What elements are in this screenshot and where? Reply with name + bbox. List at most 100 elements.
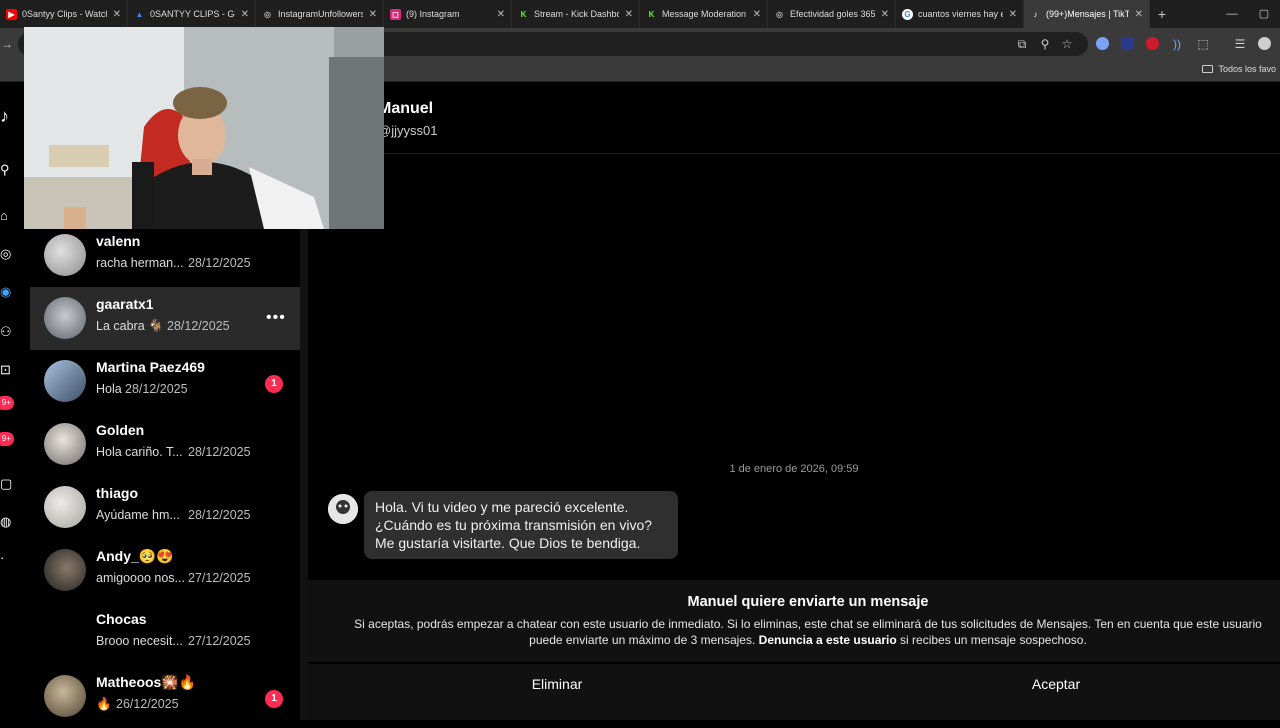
upload-icon[interactable]: ⊡ (0, 362, 14, 378)
browser-tab[interactable]: ◎ InstagramUnfollowers ✕ (256, 0, 384, 28)
youtube-favicon-icon: ▶ (6, 8, 17, 20)
conversation-date: 27/12/2025 (188, 634, 251, 648)
conversation-snippet: racha herman... (96, 256, 184, 270)
folder-icon (1202, 65, 1214, 73)
message-bubble: Hola. Vi tu video y me pareció excelente… (364, 491, 678, 559)
browser-tab-active[interactable]: ♪ (99+)Mensajes | TikTo ✕ (1024, 0, 1150, 28)
close-tab-icon[interactable]: ✕ (881, 9, 889, 20)
avatar (44, 549, 86, 591)
browser-tab[interactable]: ◻ (9) Instagram ✕ (384, 0, 512, 28)
tiktok-logo-icon[interactable]: ♪ (0, 108, 14, 124)
close-tab-icon[interactable]: ✕ (1009, 9, 1017, 20)
extension-icon[interactable] (1121, 37, 1134, 50)
kick-favicon-icon: K (520, 9, 527, 19)
extension-icon[interactable] (1096, 37, 1109, 50)
avatar (44, 423, 86, 465)
avatar (44, 486, 86, 528)
browser-tab[interactable]: G cuantos viernes hay e ✕ (896, 0, 1024, 28)
search-icon[interactable]: ⚲ (0, 162, 14, 178)
divider (308, 662, 1280, 664)
close-tab-icon[interactable]: ✕ (369, 9, 377, 20)
explore-icon[interactable]: ◎ (0, 246, 14, 262)
chat-header: Manuel @jjyyss01 (308, 84, 1280, 154)
conversation-item[interactable]: Golden Hola cariño. T... 28/12/2025 (30, 413, 300, 476)
extension-icon[interactable]: )) (1170, 37, 1184, 51)
browser-tab[interactable]: ▲ 0SANTYY CLIPS - Go ✕ (128, 0, 256, 28)
browser-tab[interactable]: K Message Moderation ✕ (640, 0, 768, 28)
profile-avatar-icon[interactable] (1258, 37, 1271, 50)
close-tab-icon[interactable]: ✕ (241, 9, 249, 20)
chat-pane: Manuel @jjyyss01 1 de enero de 2026, 09:… (308, 84, 1280, 720)
maximize-icon[interactable]: ▢ (1248, 0, 1280, 28)
message-request-panel: Manuel quiere enviarte un mensaje Si ace… (308, 580, 1280, 720)
conversation-date: 28/12/2025 (125, 382, 188, 396)
new-tab-icon[interactable]: + (1150, 6, 1174, 22)
report-user-link[interactable]: Denuncia a este usuario (759, 633, 897, 647)
request-title: Manuel quiere enviarte un mensaje (687, 594, 929, 610)
close-tab-icon[interactable]: ✕ (497, 9, 505, 20)
conversation-name: Martina Paez469 (96, 359, 205, 375)
browser-tab[interactable]: ◎ Efectividad goles 365 ✕ (768, 0, 896, 28)
drive-favicon-icon: ▲ (135, 9, 144, 19)
following-icon[interactable]: ⚇ (0, 324, 14, 340)
accept-button[interactable]: Aceptar (956, 676, 1156, 692)
conversation-item[interactable]: Matheoos🎇🔥 🔥 26/12/2025 1 (30, 665, 300, 728)
sender-avatar[interactable] (328, 494, 358, 524)
chat-contact-handle[interactable]: @jjyyss01 (378, 123, 437, 138)
home-icon[interactable]: ⌂ (0, 208, 14, 224)
browser-tab[interactable]: ▶ 0Santyy Clips - Watch ✕ (0, 0, 128, 28)
avatar (44, 675, 86, 717)
chat-contact-name[interactable]: Manuel (378, 100, 433, 118)
conversation-item[interactable]: gaaratx1 La cabra 🐐 28/12/2025 ••• (30, 287, 300, 350)
avatar (44, 360, 86, 402)
browser-tab[interactable]: K Stream - Kick Dashbo ✕ (512, 0, 640, 28)
conversation-snippet: La cabra 🐐 (96, 319, 164, 333)
close-tab-icon[interactable]: ✕ (753, 9, 761, 20)
messages-badge[interactable]: 9+ (0, 432, 14, 446)
activity-badge[interactable]: 9+ (0, 396, 14, 410)
conversation-snippet: 🔥 (96, 697, 112, 711)
conversation-name: Matheoos🎇🔥 (96, 674, 197, 690)
more-icon[interactable]: · (0, 550, 14, 566)
cast-icon[interactable]: ⧉ (1015, 37, 1029, 51)
media-controls-icon[interactable]: ☰ (1233, 37, 1247, 51)
zoom-icon[interactable]: ⚲ (1038, 37, 1052, 51)
profile-icon[interactable]: ◍ (0, 514, 14, 530)
conversation-name: Chocas (96, 611, 147, 627)
conversation-item[interactable]: valenn racha herman... 28/12/2025 (30, 224, 300, 287)
globe-favicon-icon: ◎ (776, 9, 783, 19)
live-icon[interactable]: ◉ (0, 284, 14, 300)
conversation-item[interactable]: Martina Paez469 Hola 28/12/2025 1 (30, 350, 300, 413)
message-line: ¿Cuándo es tu próxima transmisión en viv… (375, 517, 653, 533)
close-tab-icon[interactable]: ✕ (1135, 9, 1143, 20)
kick-favicon-icon: K (648, 9, 655, 19)
conversation-date: 26/12/2025 (116, 697, 179, 711)
inbox-icon[interactable]: ▢ (0, 476, 14, 492)
sender-avatar-icon (328, 494, 358, 524)
google-favicon-icon: G (902, 8, 913, 20)
conversation-item[interactable]: Chocas Brooo necesit... 27/12/2025 (30, 602, 300, 665)
unread-badge: 1 (265, 375, 283, 393)
conversation-name: Golden (96, 422, 145, 438)
close-tab-icon[interactable]: ✕ (113, 9, 121, 20)
conversation-item[interactable]: thiago Ayúdame hm... 28/12/2025 (30, 476, 300, 539)
instagram-favicon-icon: ◻ (390, 8, 401, 20)
conversation-item[interactable]: Andy_🥺😍 amigoooo nos... 27/12/2025 (30, 539, 300, 602)
conversation-snippet: Brooo necesit... (96, 634, 183, 648)
bookmark-star-icon[interactable]: ☆ (1060, 37, 1074, 51)
conversation-date: 28/12/2025 (167, 319, 230, 333)
delete-button[interactable]: Eliminar (457, 676, 657, 692)
unread-badge: 1 (265, 690, 283, 708)
avatar (44, 234, 86, 276)
minimize-icon[interactable]: — (1216, 0, 1248, 28)
request-body: Si aceptas, podrás empezar a chatear con… (354, 617, 1262, 647)
conversation-date: 27/12/2025 (188, 571, 251, 585)
forward-icon[interactable]: → (0, 37, 14, 51)
close-tab-icon[interactable]: ✕ (625, 9, 633, 20)
extensions-puzzle-icon[interactable]: ⬚ (1196, 37, 1210, 51)
more-options-icon[interactable]: ••• (266, 309, 286, 327)
bookmarks-folder[interactable]: Todos los favo (1202, 64, 1276, 74)
extension-icon[interactable] (1146, 37, 1159, 50)
conversation-name: gaaratx1 (96, 296, 154, 312)
conversation-name: thiago (96, 485, 138, 501)
